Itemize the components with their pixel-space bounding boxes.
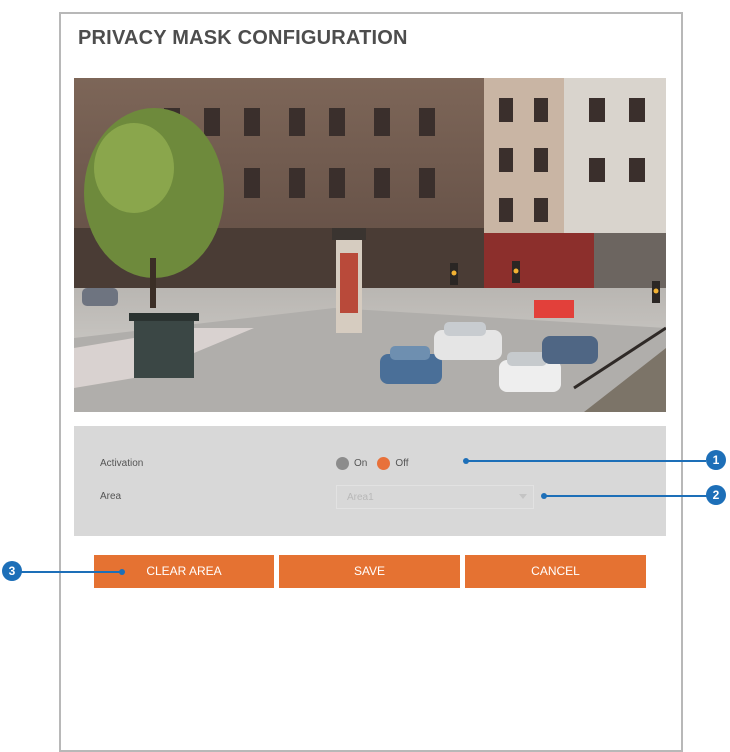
activation-off-radio[interactable] <box>377 456 391 470</box>
area-select[interactable]: Area1 <box>336 485 534 509</box>
activation-on-radio[interactable] <box>336 456 349 470</box>
callout-3-line <box>20 571 121 573</box>
chevron-down-icon <box>519 494 527 499</box>
activation-label: Activation <box>100 458 144 469</box>
callout-3-dot <box>119 569 125 575</box>
save-button[interactable]: SAVE <box>279 555 460 588</box>
area-select-value: Area1 <box>347 492 374 503</box>
cancel-button[interactable]: CANCEL <box>465 555 646 588</box>
callout-1-badge: 1 <box>706 450 726 470</box>
settings-area: Activation On Off Area Area1 <box>74 426 666 536</box>
camera-preview[interactable] <box>74 78 666 412</box>
callout-2-line <box>544 495 708 497</box>
callout-1-line <box>466 460 706 462</box>
callout-3-badge: 3 <box>2 561 22 581</box>
activation-on-label[interactable]: On <box>354 458 367 469</box>
page-title: PRIVACY MASK CONFIGURATION <box>78 27 408 49</box>
activation-radio-group: On Off <box>336 456 419 470</box>
activation-off-label[interactable]: Off <box>395 458 408 469</box>
area-label: Area <box>100 491 122 502</box>
callout-2-badge: 2 <box>706 485 726 505</box>
